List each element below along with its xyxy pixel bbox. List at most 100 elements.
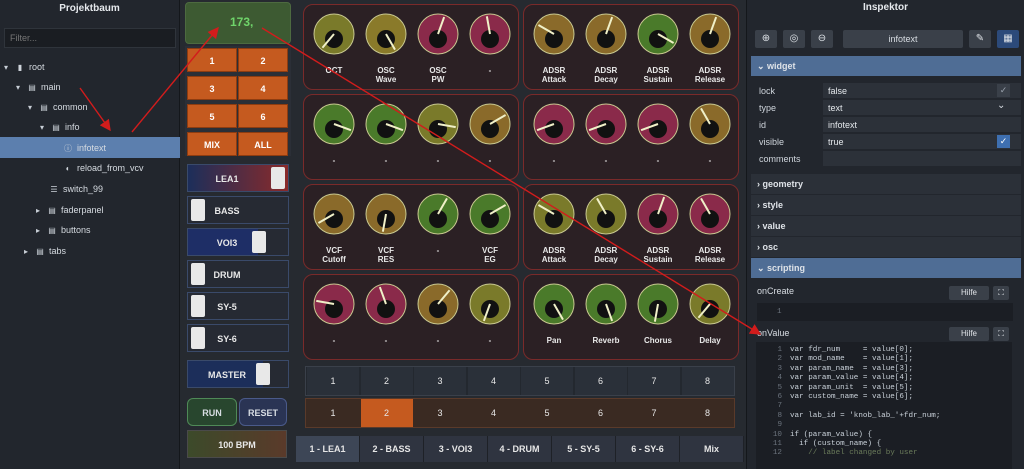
knob[interactable] [688, 12, 732, 56]
tab-mix[interactable]: Mix [680, 436, 744, 462]
step-button[interactable]: 7 [628, 367, 680, 395]
knob[interactable] [416, 102, 460, 146]
chevron-right-icon[interactable]: ▸ [36, 201, 46, 221]
channel-fader-drum[interactable]: DRUM [187, 260, 289, 288]
knob[interactable] [584, 12, 628, 56]
knob[interactable] [312, 282, 356, 326]
chevron-down-icon[interactable]: ▾ [40, 118, 50, 138]
knob[interactable] [584, 102, 628, 146]
pad-mix[interactable]: MIX [187, 132, 237, 156]
chevron-down-icon[interactable]: ▾ [28, 98, 38, 118]
knob[interactable] [688, 282, 732, 326]
step-button[interactable]: 5 [521, 399, 573, 427]
section-geometry[interactable]: › geometry [751, 174, 1021, 194]
step-button[interactable]: 3 [414, 367, 466, 395]
knob[interactable] [312, 192, 356, 236]
chevron-down-icon[interactable]: ▾ [4, 58, 14, 78]
tree-node-main[interactable]: ▾ ▤ main [16, 77, 61, 97]
tree-node-infotext[interactable]: ⓘ infotext [62, 138, 106, 158]
step-button[interactable]: 7 [628, 399, 680, 427]
chevron-right-icon[interactable]: ▸ [24, 242, 34, 262]
fader-handle[interactable] [191, 327, 205, 349]
pad-1[interactable]: 1 [187, 48, 237, 72]
section-osc[interactable]: › osc [751, 237, 1021, 257]
knob[interactable] [364, 192, 408, 236]
channel-fader-sy6[interactable]: SY-6 [187, 324, 289, 352]
onvalue-code-editor[interactable]: 1 var fdr_num = value[0]; 2 var mod_name = … [756, 342, 1012, 469]
oncreate-help-button[interactable]: Hilfe [949, 286, 989, 300]
section-value[interactable]: › value [751, 216, 1021, 236]
knob[interactable] [364, 102, 408, 146]
knob[interactable] [636, 192, 680, 236]
prop-comments[interactable]: comments [757, 151, 1021, 167]
tree-node-common[interactable]: ▾ ▤ common [28, 97, 88, 117]
section-scripting[interactable]: ⌄ scripting [751, 258, 1021, 278]
tree-node-root[interactable]: ▾ ▮ root [4, 57, 45, 77]
tree-node-faderpanel[interactable]: ▸ ▤ faderpanel [36, 200, 104, 220]
tab-bass[interactable]: 2 - BASS [360, 436, 424, 462]
channel-fader-lea1[interactable]: LEA1 [187, 164, 289, 192]
knob[interactable] [584, 192, 628, 236]
step-button[interactable]: 6 [574, 399, 627, 427]
lock-checkbox[interactable]: ✓ [997, 84, 1010, 97]
knob[interactable] [636, 282, 680, 326]
pad-all[interactable]: ALL [238, 132, 288, 156]
run-button[interactable]: RUN [187, 398, 237, 426]
step-button[interactable]: 3 [414, 399, 466, 427]
pad-6[interactable]: 6 [238, 104, 288, 128]
knob[interactable] [312, 102, 356, 146]
knob[interactable] [364, 282, 408, 326]
knob[interactable] [636, 12, 680, 56]
zoom-reset-icon[interactable]: ◎ [783, 30, 805, 48]
pad-2[interactable]: 2 [238, 48, 288, 72]
section-widget[interactable]: ⌄ widget [751, 56, 1021, 76]
fader-handle[interactable] [256, 363, 270, 385]
chevron-down-icon[interactable]: ⌄ [997, 100, 1005, 111]
pad-5[interactable]: 5 [187, 104, 237, 128]
filter-input[interactable] [4, 28, 176, 48]
knob[interactable] [468, 192, 512, 236]
edit-disabled-icon[interactable]: ✎ [969, 30, 991, 48]
knob[interactable] [584, 282, 628, 326]
channel-fader-sy5[interactable]: SY-5 [187, 292, 289, 320]
knob[interactable] [532, 192, 576, 236]
knob[interactable] [416, 282, 460, 326]
tree-node-switch-99[interactable]: ☰ switch_99 [48, 179, 103, 199]
visible-checkbox[interactable]: ✓ [997, 135, 1010, 148]
fader-handle[interactable] [191, 263, 205, 285]
grid-icon[interactable]: ▦ [997, 30, 1019, 48]
step-button[interactable]: 4 [467, 399, 520, 427]
info-display[interactable]: 173, [185, 2, 291, 44]
step-button[interactable]: 1 [307, 367, 359, 395]
fader-handle[interactable] [252, 231, 266, 253]
step-button[interactable]: 4 [467, 367, 520, 395]
step-button[interactable]: 8 [681, 367, 734, 395]
tree-node-info[interactable]: ▾ ▤ info [40, 117, 80, 137]
reset-button[interactable]: RESET [239, 398, 287, 426]
tab-sy6[interactable]: 6 - SY-6 [616, 436, 680, 462]
tree-node-tabs[interactable]: ▸ ▤ tabs [24, 241, 66, 261]
chevron-down-icon[interactable]: ▾ [16, 78, 26, 98]
tab-lea1[interactable]: 1 - LEA1 [296, 436, 360, 462]
channel-fader-master[interactable]: MASTER [187, 360, 289, 388]
zoom-in-icon[interactable]: ⊕ [755, 30, 777, 48]
prop-type[interactable]: type text [757, 100, 1021, 116]
channel-fader-bass[interactable]: BASS [187, 196, 289, 224]
fader-handle[interactable] [191, 295, 205, 317]
tab-voi3[interactable]: 3 - VOI3 [424, 436, 488, 462]
prop-id[interactable]: id infotext [757, 117, 1021, 133]
knob[interactable] [532, 12, 576, 56]
bpm-slider[interactable]: 100 BPM [187, 430, 287, 458]
widget-id-field[interactable]: infotext [843, 30, 963, 48]
step-button[interactable]: 2 [360, 399, 413, 427]
step-button[interactable]: 6 [574, 367, 627, 395]
expand-icon[interactable]: ⛶ [993, 327, 1009, 341]
step-button[interactable]: 2 [360, 367, 413, 395]
zoom-out-icon[interactable]: ⊖ [811, 30, 833, 48]
onvalue-help-button[interactable]: Hilfe [949, 327, 989, 341]
pad-4[interactable]: 4 [238, 76, 288, 100]
oncreate-editor[interactable]: 1 [757, 303, 1013, 321]
knob[interactable] [688, 192, 732, 236]
knob[interactable] [416, 12, 460, 56]
channel-fader-voi3[interactable]: VOI3 [187, 228, 289, 256]
